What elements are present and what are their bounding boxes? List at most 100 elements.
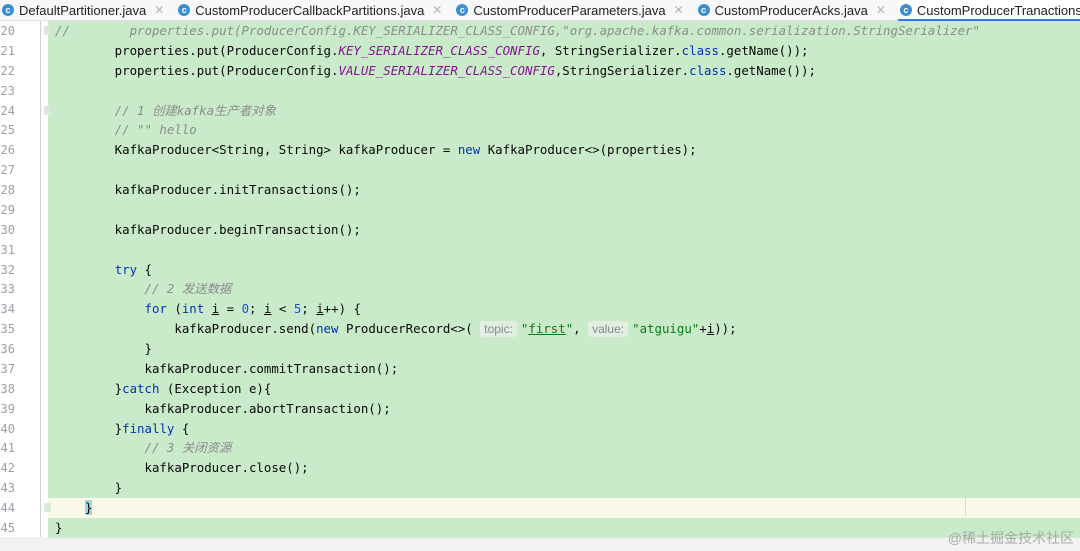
line-number: 36 xyxy=(0,342,15,357)
code-line-content[interactable]: try { xyxy=(48,259,1080,280)
line-number: 44 xyxy=(0,501,15,516)
code-line[interactable]: 28 kafkaProducer.initTransactions(); xyxy=(0,180,1080,201)
code-line-content[interactable]: kafkaProducer.send(new ProducerRecord<>(… xyxy=(48,319,1080,340)
matched-brace: } xyxy=(84,500,93,516)
code-token: )); xyxy=(714,321,737,337)
code-line[interactable]: 45} xyxy=(0,518,1080,538)
tab-label: CustomProducerCallbackPartitions.java xyxy=(195,2,425,18)
code-editor[interactable]: ⚠ 1 ✔ 2 ⌃ 20// properties.put(ProducerCo… xyxy=(0,21,1080,538)
code-line[interactable]: 23 xyxy=(0,80,1080,101)
tab-customproducertranactions[interactable]: cCustomProducerTranactions.java✕ xyxy=(897,0,1080,21)
line-number: 39 xyxy=(0,401,15,416)
code-line-content[interactable]: }finally { xyxy=(48,418,1080,439)
code-line-content[interactable]: }catch (Exception e){ xyxy=(48,378,1080,399)
code-line[interactable]: 44 } xyxy=(0,498,1080,519)
fold-marker-icon[interactable] xyxy=(44,105,51,115)
close-tab-icon[interactable]: ✕ xyxy=(154,3,164,17)
code-line-content[interactable]: // 2 发送数据 xyxy=(48,279,1080,300)
string-token: first xyxy=(528,321,566,337)
code-line[interactable]: 39 kafkaProducer.abortTransaction(); xyxy=(0,398,1080,419)
constant-token: VALUE_SERIALIZER_CLASS_CONFIG xyxy=(338,62,555,78)
code-line[interactable]: 32 try { xyxy=(0,259,1080,280)
close-tab-icon[interactable]: ✕ xyxy=(876,3,886,17)
code-line-content[interactable]: } xyxy=(48,498,1080,519)
tab-label: CustomProducerTranactions.java xyxy=(916,2,1080,18)
tab-customproducercallbackpartitions[interactable]: c CustomProducerCallbackPartitions.java ✕ xyxy=(176,0,448,20)
code-line-content[interactable]: kafkaProducer.initTransactions(); xyxy=(48,180,1080,201)
fold-marker-icon[interactable] xyxy=(44,503,51,513)
code-token: kafkaProducer.initTransactions(); xyxy=(55,182,361,198)
close-tab-icon[interactable]: ✕ xyxy=(674,3,684,17)
code-line-content[interactable]: KafkaProducer<String, String> kafkaProdu… xyxy=(48,140,1080,161)
code-line-content[interactable]: kafkaProducer.commitTransaction(); xyxy=(48,358,1080,379)
code-token: + xyxy=(699,321,707,337)
keyword-token: new xyxy=(316,321,339,337)
code-line-content[interactable] xyxy=(48,80,1080,101)
keyword-token: new xyxy=(457,142,481,158)
code-line[interactable]: 36 } xyxy=(0,339,1080,360)
code-line-content[interactable]: } xyxy=(48,478,1080,499)
code-line-content[interactable]: // 1 创建kafka生产者对象 xyxy=(48,100,1080,121)
code-line[interactable]: 27 xyxy=(0,160,1080,181)
code-line[interactable]: 43 } xyxy=(0,478,1080,499)
code-token: .getName()); xyxy=(726,62,816,78)
code-token: { xyxy=(137,261,152,277)
code-line[interactable]: 35 kafkaProducer.send(new ProducerRecord… xyxy=(0,319,1080,340)
tab-label: CustomProducerParameters.java xyxy=(473,2,666,18)
code-line-content[interactable]: // "" hello xyxy=(48,120,1080,141)
code-line-content[interactable]: properties.put(ProducerConfig.VALUE_SERI… xyxy=(48,60,1080,81)
code-line[interactable]: 38 }catch (Exception e){ xyxy=(0,378,1080,399)
code-text: } xyxy=(55,518,62,538)
code-line[interactable]: 24 // 1 创建kafka生产者对象 xyxy=(0,100,1080,121)
code-line[interactable]: 20 // properties.put(ProducerConfig.KEY_S… xyxy=(0,21,1080,41)
code-line-content[interactable]: kafkaProducer.close(); xyxy=(48,458,1080,479)
code-line[interactable]: 34 for (int i = 0; i < 5; i++) { xyxy=(0,299,1080,320)
code-line-content[interactable] xyxy=(48,199,1080,220)
code-line-content[interactable] xyxy=(48,160,1080,181)
code-line-content[interactable]: properties.put(ProducerConfig.KEY_SERIAL… xyxy=(48,40,1080,61)
code-line-content[interactable] xyxy=(48,239,1080,260)
code-token: properties.put(ProducerConfig. xyxy=(55,42,339,58)
comment-token: // properties.put(ProducerConfig.KEY_SER… xyxy=(55,23,981,38)
code-line[interactable]: 33 // 2 发送数据 xyxy=(0,279,1080,300)
tab-customproduceracks[interactable]: c CustomProducerAcks.java ✕ xyxy=(696,0,892,20)
code-token: , StringSerializer. xyxy=(539,42,682,58)
code-line-content[interactable]: for (int i = 0; i < 5; i++) { xyxy=(48,299,1080,320)
comment-token: // 3 关闭资源 xyxy=(55,440,232,456)
tab-defaultpartitioner[interactable]: c DefaultPartitioner.java ✕ xyxy=(0,0,170,20)
code-line[interactable]: 42 kafkaProducer.close(); xyxy=(0,458,1080,479)
tab-customproducerparameters[interactable]: c CustomProducerParameters.java ✕ xyxy=(454,0,689,20)
code-line-content[interactable]: // 3 关闭资源 xyxy=(48,438,1080,459)
line-number: 27 xyxy=(0,163,15,178)
code-line[interactable]: 30 kafkaProducer.beginTransaction(); xyxy=(0,219,1080,240)
line-number: 24 xyxy=(0,103,15,118)
code-line-content[interactable]: } xyxy=(48,339,1080,360)
code-line[interactable]: 41 // 3 关闭资源 xyxy=(0,438,1080,459)
fold-marker-icon[interactable] xyxy=(44,26,51,35)
code-line[interactable]: 25 // "" hello xyxy=(0,120,1080,141)
code-line[interactable]: 31 xyxy=(0,239,1080,260)
code-token: ; xyxy=(301,301,317,317)
code-line[interactable]: 21 properties.put(ProducerConfig.KEY_SER… xyxy=(0,40,1080,61)
code-text: for (int i = 0; i < 5; i++) { xyxy=(55,299,361,319)
code-line-content[interactable]: // properties.put(ProducerConfig.KEY_SER… xyxy=(48,21,1080,41)
keyword-token: for xyxy=(144,301,167,317)
line-number: 31 xyxy=(0,242,15,257)
code-line[interactable]: 22 properties.put(ProducerConfig.VALUE_S… xyxy=(0,60,1080,81)
line-number: 26 xyxy=(0,143,15,158)
code-text: try { xyxy=(55,260,152,280)
code-line[interactable]: 40 }finally { xyxy=(0,418,1080,439)
code-text: properties.put(ProducerConfig.VALUE_SERI… xyxy=(55,61,816,81)
line-number: 28 xyxy=(0,183,15,198)
code-token: } xyxy=(55,420,123,436)
code-line-content[interactable]: kafkaProducer.beginTransaction(); xyxy=(48,219,1080,240)
code-text: }catch (Exception e){ xyxy=(55,379,272,399)
code-text: }finally { xyxy=(55,419,190,439)
code-line[interactable]: 29 xyxy=(0,199,1080,220)
code-line-content[interactable]: kafkaProducer.abortTransaction(); xyxy=(48,398,1080,419)
code-line[interactable]: 37 kafkaProducer.commitTransaction(); xyxy=(0,358,1080,379)
code-line[interactable]: 26 KafkaProducer<String, String> kafkaPr… xyxy=(0,140,1080,161)
close-tab-icon[interactable]: ✕ xyxy=(432,3,442,17)
code-line-content[interactable]: } xyxy=(48,518,1080,538)
